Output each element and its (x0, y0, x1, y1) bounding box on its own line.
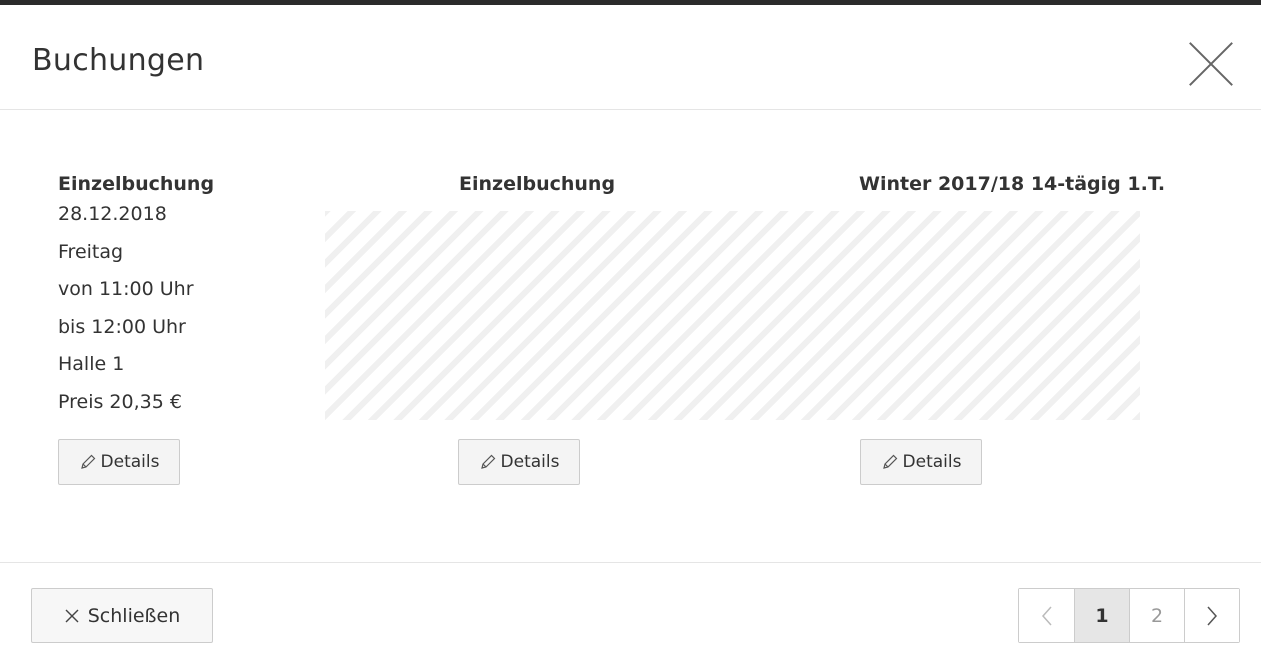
pencil-icon (480, 454, 495, 469)
pencil-icon (80, 454, 95, 469)
chevron-left-icon (1041, 606, 1052, 625)
details-label: Details (500, 452, 560, 472)
details-button[interactable]: Details (58, 439, 180, 485)
pagination-page-1[interactable]: 1 (1074, 589, 1129, 642)
close-button[interactable]: Schließen (31, 588, 213, 643)
details-button[interactable]: Details (458, 439, 580, 485)
booking-card: Einzelbuchung (459, 172, 829, 196)
booking-card: Winter 2017/18 14-tägig 1.T. (859, 172, 1229, 196)
pencil-icon (882, 454, 897, 469)
pagination-next[interactable] (1184, 589, 1239, 642)
close-icon[interactable] (1189, 42, 1233, 86)
redacted-area (325, 211, 1140, 420)
dialog-title: Buchungen (32, 43, 205, 78)
pagination: 1 2 (1018, 588, 1240, 643)
modal-header: Buchungen (0, 5, 1261, 110)
details-label: Details (902, 452, 962, 472)
pagination-prev[interactable] (1019, 589, 1074, 642)
pagination-page-2[interactable]: 2 (1129, 589, 1184, 642)
chevron-right-icon (1207, 606, 1218, 625)
details-button[interactable]: Details (860, 439, 982, 485)
booking-title: Winter 2017/18 14-tägig 1.T. (859, 173, 1166, 195)
modal-footer: Schließen 1 2 (0, 562, 1261, 667)
details-label: Details (100, 452, 160, 472)
close-button-label: Schließen (87, 604, 181, 627)
booking-title: Einzelbuchung (459, 173, 616, 195)
booking-title: Einzelbuchung (58, 173, 215, 195)
close-icon (65, 609, 79, 622)
